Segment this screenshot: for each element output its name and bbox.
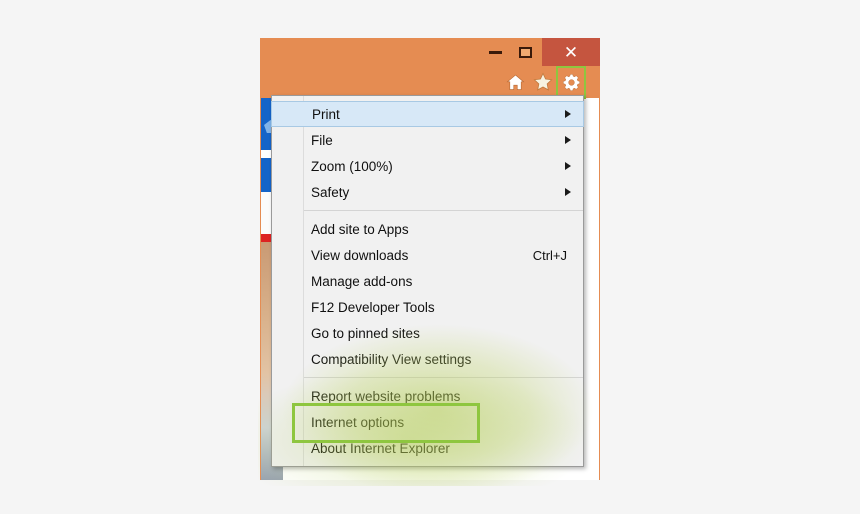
settings-dropdown-menu[interactable]: Print File Zoom (100%) Safety Add site to Ap… <box>271 95 584 467</box>
menu-item-label: Print <box>312 106 340 122</box>
close-icon: ✕ <box>563 42 579 62</box>
command-bar <box>260 66 600 99</box>
close-button[interactable]: ✕ <box>542 38 600 66</box>
menu-item-zoom-100[interactable]: Zoom (100%) <box>272 153 583 179</box>
menu-item-safety[interactable]: Safety <box>272 179 583 205</box>
menu-item-label: Zoom (100%) <box>311 158 393 174</box>
menu-item-label: Add site to Apps <box>311 221 409 237</box>
submenu-arrow-icon <box>565 110 571 118</box>
submenu-arrow-icon <box>565 136 571 144</box>
menu-item-label: About Internet Explorer <box>311 440 450 456</box>
menu-item-file[interactable]: File <box>272 127 583 153</box>
menu-item-add-site-to-apps[interactable]: Add site to Apps <box>272 216 583 242</box>
menu-item-label: File <box>311 132 333 148</box>
menu-item-label: Compatibility View settings <box>311 351 472 367</box>
settings-gear-icon[interactable] <box>557 68 585 96</box>
menu-bottom-padding <box>272 461 583 466</box>
menu-item-about-internet-explorer[interactable]: About Internet Explorer <box>272 435 583 461</box>
menu-item-label: Internet options <box>311 414 405 430</box>
menu-item-label: Report website problems <box>311 388 461 404</box>
home-icon[interactable] <box>501 68 529 96</box>
menu-item-label: F12 Developer Tools <box>311 299 435 315</box>
maximize-icon <box>518 46 532 58</box>
menu-item-shortcut: Ctrl+J <box>532 247 567 263</box>
menu-item-internet-options[interactable]: Internet options <box>272 409 583 435</box>
title-bar: ✕ <box>260 38 600 66</box>
menu-item-print[interactable]: Print <box>271 101 584 127</box>
menu-item-report-website-problems[interactable]: Report website problems <box>272 383 583 409</box>
menu-item-go-to-pinned-sites[interactable]: Go to pinned sites <box>272 320 583 346</box>
menu-separator <box>303 210 583 211</box>
submenu-arrow-icon <box>565 162 571 170</box>
menu-separator <box>303 377 583 378</box>
menu-item-view-downloads[interactable]: View downloads Ctrl+J <box>272 242 583 268</box>
menu-item-label: Manage add-ons <box>311 273 413 289</box>
menu-item-compatibility-view-settings[interactable]: Compatibility View settings <box>272 346 583 372</box>
maximize-button[interactable] <box>506 38 544 66</box>
menu-item-label: Safety <box>311 184 350 200</box>
submenu-arrow-icon <box>565 188 571 196</box>
menu-item-f12-developer-tools[interactable]: F12 Developer Tools <box>272 294 583 320</box>
minimize-icon <box>488 50 502 54</box>
menu-item-label: View downloads <box>311 247 409 263</box>
menu-items-container: Print File Zoom (100%) Safety Add site to Ap… <box>271 101 584 461</box>
menu-item-label: Go to pinned sites <box>311 325 420 341</box>
favorites-star-icon[interactable] <box>529 68 557 96</box>
menu-item-manage-add-ons[interactable]: Manage add-ons <box>272 268 583 294</box>
